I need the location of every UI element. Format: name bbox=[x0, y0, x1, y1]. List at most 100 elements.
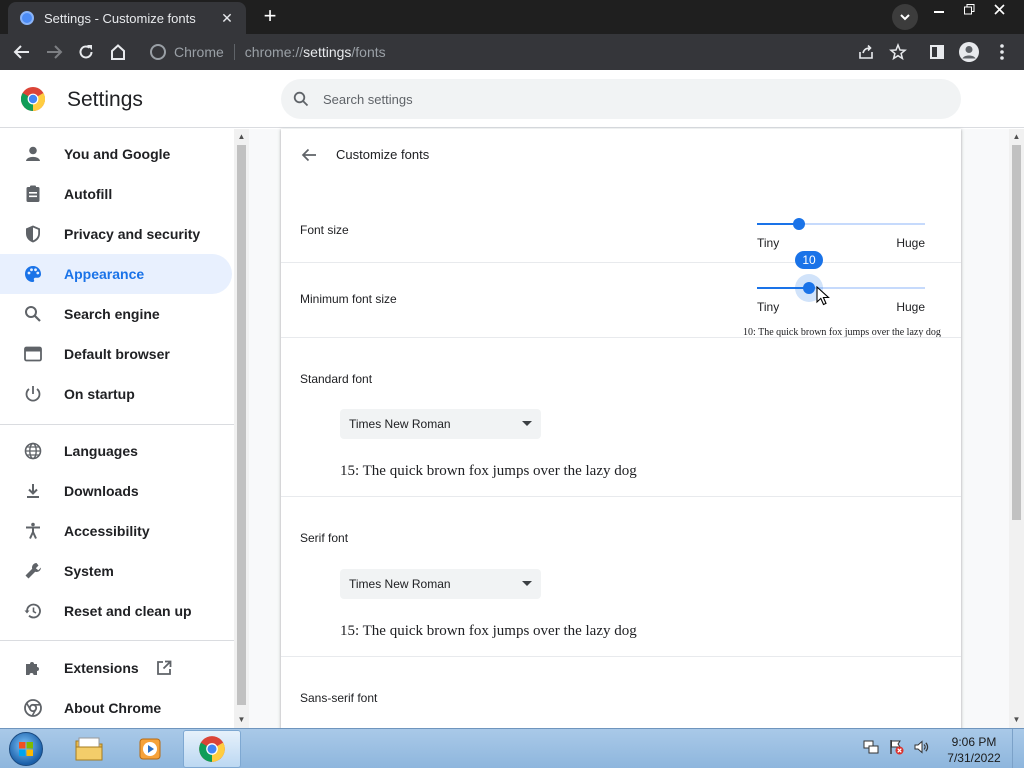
windows-taskbar: 9:06 PM 7/31/2022 bbox=[0, 728, 1024, 768]
side-panel-icon bbox=[930, 45, 944, 59]
sidebar-item-label: Downloads bbox=[64, 483, 139, 499]
menu-button[interactable] bbox=[991, 41, 1013, 63]
sidebar-item-system[interactable]: System bbox=[0, 551, 232, 591]
show-desktop-button[interactable] bbox=[1012, 729, 1024, 768]
sidebar-item-label: You and Google bbox=[64, 146, 171, 162]
search-input[interactable] bbox=[323, 91, 923, 107]
slider-max-label: Huge bbox=[896, 236, 925, 250]
select-value: Times New Roman bbox=[349, 417, 451, 431]
profile-button[interactable] bbox=[958, 41, 980, 63]
start-button[interactable] bbox=[6, 731, 46, 767]
home-icon bbox=[111, 44, 125, 60]
settings-search[interactable] bbox=[281, 79, 961, 119]
minimum-font-size-label: Minimum font size bbox=[300, 292, 397, 306]
sidebar-item-reset[interactable]: Reset and clean up bbox=[0, 591, 232, 631]
scroll-down-arrow-icon[interactable]: ▼ bbox=[1009, 714, 1024, 726]
serif-font-select[interactable]: Times New Roman bbox=[340, 569, 541, 599]
sidebar-item-search-engine[interactable]: Search engine bbox=[0, 294, 232, 334]
close-window-button[interactable] bbox=[984, 0, 1014, 18]
sidebar-item-privacy[interactable]: Privacy and security bbox=[0, 214, 232, 254]
chrome-site-icon bbox=[150, 44, 166, 60]
arrow-right-icon bbox=[47, 45, 63, 59]
slider-max-label: Huge bbox=[896, 300, 925, 314]
person-icon bbox=[23, 144, 43, 164]
back-arrow-button[interactable] bbox=[299, 145, 319, 165]
windows-logo-icon bbox=[9, 732, 43, 766]
slider-knob[interactable] bbox=[803, 282, 815, 294]
clock-date: 7/31/2022 bbox=[947, 751, 1001, 765]
chevron-down-icon bbox=[900, 14, 910, 21]
scroll-down-arrow-icon[interactable]: ▼ bbox=[234, 714, 249, 726]
back-button[interactable] bbox=[11, 41, 33, 63]
close-icon bbox=[993, 3, 1005, 15]
slider-knob[interactable] bbox=[793, 218, 805, 230]
site-label: Chrome bbox=[174, 44, 224, 60]
browser-titlebar: Settings - Customize fonts ✕ + bbox=[0, 0, 1024, 34]
sidebar-scrollbar[interactable]: ▲ ▼ bbox=[234, 129, 249, 728]
arrow-back-icon bbox=[301, 148, 316, 162]
tab-close-icon[interactable]: ✕ bbox=[218, 10, 236, 27]
address-bar[interactable]: Chrome chrome://settings/fonts bbox=[140, 38, 920, 66]
url-path: /fonts bbox=[351, 44, 386, 60]
arrow-left-icon bbox=[13, 45, 29, 59]
page-title: Settings bbox=[67, 88, 143, 111]
download-icon bbox=[23, 481, 43, 501]
sidebar-item-you-and-google[interactable]: You and Google bbox=[0, 134, 232, 174]
tab-search-button[interactable] bbox=[892, 4, 918, 30]
tab-title: Settings - Customize fonts bbox=[44, 10, 196, 26]
side-panel-button[interactable] bbox=[926, 41, 948, 63]
share-button[interactable] bbox=[855, 41, 877, 63]
standard-font-select[interactable]: Times New Roman bbox=[340, 409, 541, 439]
font-size-slider[interactable]: Tiny Huge bbox=[757, 216, 925, 256]
shield-icon bbox=[23, 224, 43, 244]
sidebar-item-label: Languages bbox=[64, 443, 138, 459]
sidebar-item-extensions[interactable]: Extensions bbox=[0, 648, 232, 688]
restore-window-icon bbox=[963, 3, 974, 14]
taskbar-file-explorer[interactable] bbox=[60, 730, 118, 768]
taskbar-chrome[interactable] bbox=[183, 730, 241, 768]
search-icon bbox=[293, 91, 309, 107]
sidebar-item-downloads[interactable]: Downloads bbox=[0, 471, 232, 511]
sidebar-item-label: About Chrome bbox=[64, 700, 162, 716]
browser-tab[interactable]: Settings - Customize fonts ✕ bbox=[8, 2, 246, 34]
forward-button[interactable] bbox=[43, 41, 65, 63]
minimum-font-size-slider[interactable]: 10 Tiny Huge bbox=[757, 251, 925, 320]
main-scrollbar[interactable]: ▲ ▼ bbox=[1009, 129, 1024, 728]
home-button[interactable] bbox=[107, 41, 129, 63]
standard-font-preview: 15: The quick brown fox jumps over the l… bbox=[340, 463, 637, 479]
sidebar-item-label: Reset and clean up bbox=[64, 603, 192, 619]
network-icon[interactable] bbox=[862, 738, 880, 756]
bookmark-button[interactable] bbox=[887, 41, 909, 63]
sidebar-item-on-startup[interactable]: On startup bbox=[0, 374, 232, 414]
new-tab-button[interactable]: + bbox=[258, 5, 282, 29]
chrome-logo-icon bbox=[21, 87, 45, 111]
globe-icon bbox=[23, 441, 43, 461]
open-in-new-icon bbox=[155, 659, 173, 677]
power-icon bbox=[23, 384, 43, 404]
sidebar-item-default-browser[interactable]: Default browser bbox=[0, 334, 232, 374]
taskbar-media-player[interactable] bbox=[121, 730, 179, 768]
reload-button[interactable] bbox=[75, 41, 97, 63]
mouse-cursor-icon bbox=[816, 286, 830, 306]
sidebar-item-label: Privacy and security bbox=[64, 226, 201, 242]
volume-icon[interactable] bbox=[912, 738, 930, 756]
omnibox-separator bbox=[233, 44, 235, 60]
sidebar-item-about-chrome[interactable]: About Chrome bbox=[0, 688, 232, 728]
scroll-up-arrow-icon[interactable]: ▲ bbox=[234, 131, 249, 143]
sidebar-item-languages[interactable]: Languages bbox=[0, 431, 232, 471]
sidebar-item-autofill[interactable]: Autofill bbox=[0, 174, 232, 214]
sidebar-item-appearance[interactable]: Appearance bbox=[0, 254, 232, 294]
sidebar-item-accessibility[interactable]: Accessibility bbox=[0, 511, 232, 551]
sidebar-item-label: On startup bbox=[64, 386, 135, 402]
reload-icon bbox=[79, 45, 93, 59]
main-scroll-thumb[interactable] bbox=[1012, 145, 1021, 520]
scroll-up-arrow-icon[interactable]: ▲ bbox=[1009, 131, 1024, 143]
minimize-button[interactable] bbox=[924, 0, 954, 18]
sidebar-divider bbox=[0, 640, 234, 641]
action-center-flag-icon[interactable] bbox=[887, 738, 905, 756]
taskbar-clock[interactable]: 9:06 PM 7/31/2022 bbox=[942, 734, 1006, 766]
sidebar-item-label: Search engine bbox=[64, 306, 160, 322]
dropdown-arrow-icon bbox=[522, 581, 532, 586]
sidebar-scroll-thumb[interactable] bbox=[237, 145, 246, 705]
restore-button[interactable] bbox=[954, 0, 984, 18]
